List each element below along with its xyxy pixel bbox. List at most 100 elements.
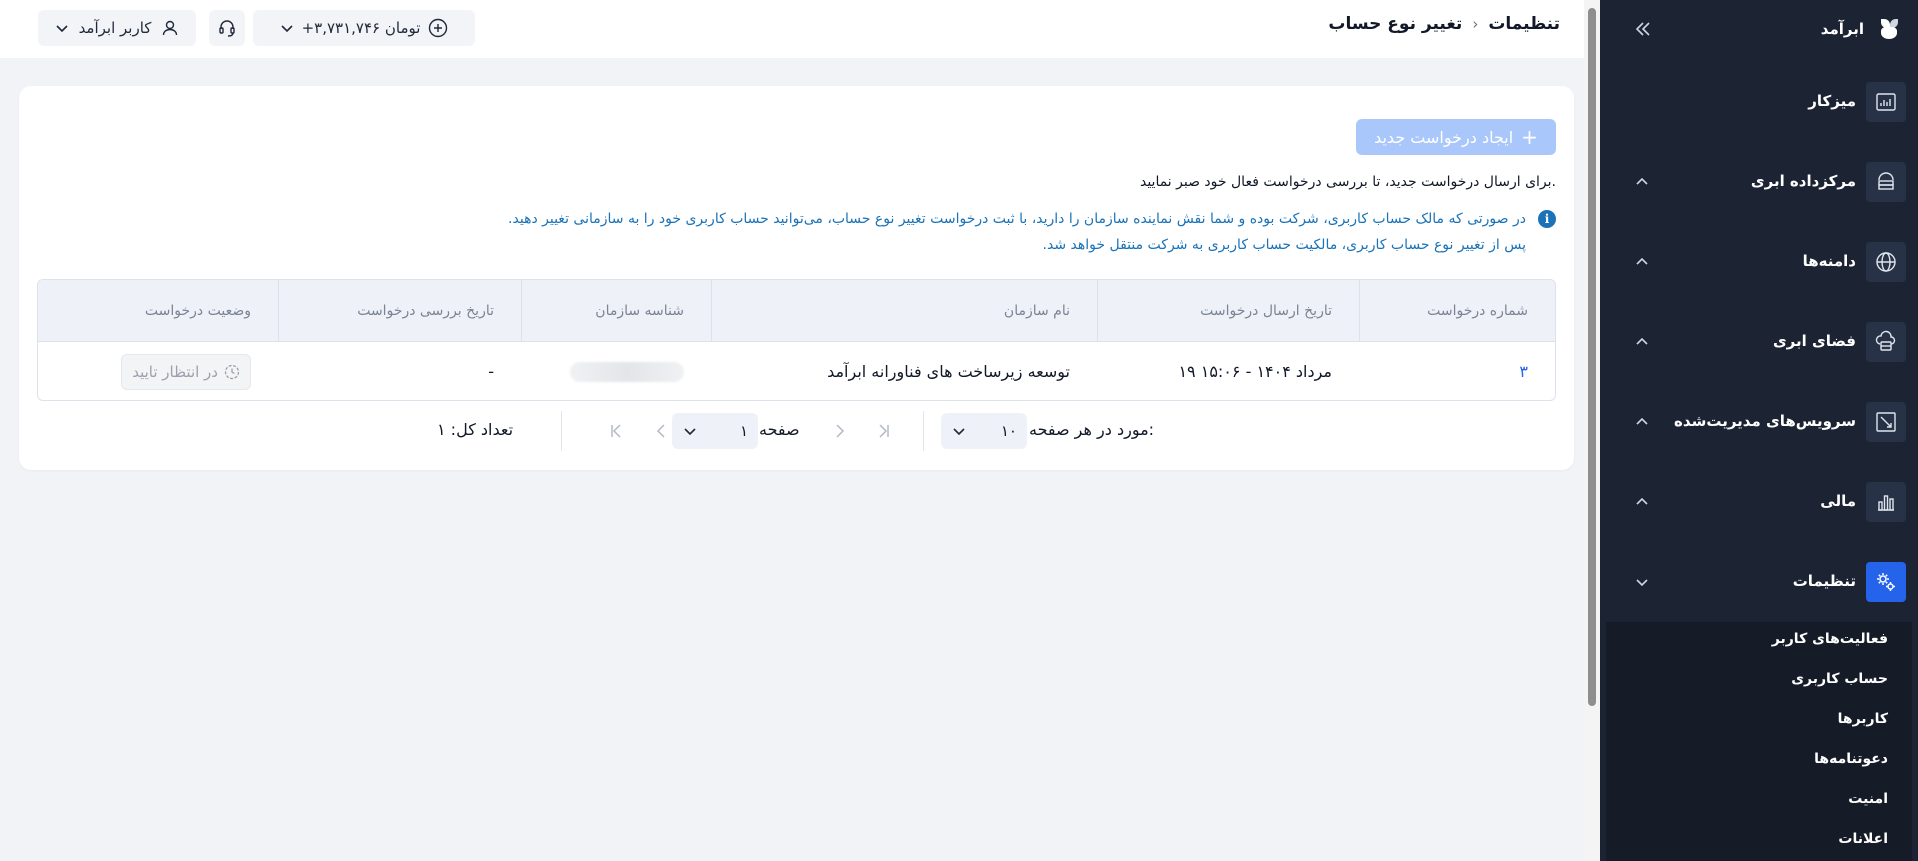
- first-page-icon[interactable]: [871, 419, 895, 443]
- submenu-item-invitations[interactable]: دعوتنامه‌ها: [1814, 751, 1888, 767]
- info-icon: i: [1538, 210, 1556, 228]
- sidebar-item-label: تنظیمات: [1792, 572, 1856, 590]
- page-label: صفحه: [759, 420, 800, 439]
- sidebar: ابرآمد میزکار مرکزداده ابری دامنه‌ها: [1600, 0, 1918, 861]
- sent-date-cell: ۱۹ مرداد ۱۴۰۴ - ۱۵:۰۶: [1178, 362, 1332, 381]
- plus-icon: +: [1521, 125, 1538, 149]
- submenu-item-security[interactable]: امنیت: [1848, 791, 1888, 807]
- chevron-up-icon: [1632, 492, 1652, 512]
- divider: [923, 411, 924, 451]
- support-button[interactable]: [209, 10, 245, 46]
- status-cell: در انتظار تایید: [38, 342, 278, 400]
- datacenter-icon: [1866, 162, 1906, 202]
- column-header-org-name: نام سازمان: [711, 280, 1097, 342]
- next-page-icon[interactable]: [649, 419, 673, 443]
- finance-icon: [1866, 482, 1906, 522]
- pagination: مورد در هر صفحه: ۱۰ صفحه ۱ تعداد کل: ۱: [19, 411, 1574, 451]
- new-request-label: ایجاد درخواست جدید: [1374, 127, 1514, 147]
- submenu-item-notifications[interactable]: اعلانات: [1838, 831, 1888, 847]
- sidebar-item-label: دامنه‌ها: [1802, 252, 1856, 270]
- page-value: ۱: [739, 422, 748, 440]
- scrollbar-thumb[interactable]: [1588, 8, 1596, 706]
- settings-icon: [1866, 562, 1906, 602]
- breadcrumb-current: تغییر نوع حساب: [1328, 14, 1463, 34]
- breadcrumb: تنظیمات › تغییر نوع حساب: [1328, 14, 1560, 34]
- chevron-down-icon: [1632, 572, 1652, 592]
- submenu-item-user-activities[interactable]: فعالیت‌های کاربر: [1772, 631, 1888, 647]
- total-count: تعداد کل: ۱: [437, 420, 514, 439]
- settings-submenu: فعالیت‌های کاربر حساب کاربری کاربرها دعو…: [1606, 622, 1912, 861]
- column-header-org-id: شناسه سازمان: [521, 280, 711, 342]
- chevron-down-icon: [953, 428, 965, 436]
- table-header: شماره درخواست تاریخ ارسال درخواست نام سا…: [38, 280, 1555, 342]
- globe-icon: [1866, 242, 1906, 282]
- per-page-label: مورد در هر صفحه:: [1029, 420, 1155, 439]
- dashboard-icon: [1866, 82, 1906, 122]
- add-circle-icon: [429, 18, 448, 38]
- column-header-request-number: شماره درخواست: [1359, 280, 1555, 342]
- brand-logo[interactable]: ابرآمد: [1821, 14, 1904, 44]
- sidebar-item-domains[interactable]: دامنه‌ها: [1612, 240, 1906, 284]
- info-message: i در صورتی که مالک حساب کاربری، شرکت بود…: [456, 206, 1556, 258]
- sidebar-item-managed-services[interactable]: سرویس‌های مدیریت‌شده: [1612, 400, 1906, 444]
- cloud-space-icon: [1866, 322, 1906, 362]
- last-page-icon[interactable]: [605, 419, 629, 443]
- clock-icon: [224, 364, 240, 379]
- user-name: کاربر ابرآمد: [78, 19, 152, 37]
- collapse-sidebar-icon[interactable]: [1630, 16, 1656, 42]
- headset-icon: [219, 20, 235, 37]
- page-select[interactable]: ۱: [672, 413, 758, 449]
- chevron-up-icon: [1632, 172, 1652, 192]
- request-number-cell[interactable]: ۳: [1359, 342, 1555, 400]
- top-header: تنظیمات › تغییر نوع حساب +۳,۷۳۱,۷۴۶ توما…: [0, 0, 1584, 58]
- info-line-2: پس از تغییر نوع حساب کاربری، مالکیت حساب…: [1042, 237, 1526, 253]
- sidebar-item-finance[interactable]: مالی: [1612, 480, 1906, 524]
- chevron-down-icon: [684, 428, 696, 436]
- column-header-status: وضعیت درخواست: [144, 303, 251, 319]
- pending-request-notice: برای ارسال درخواست جدید، تا بررسی درخواس…: [1139, 174, 1556, 190]
- redacted-org-id: [570, 361, 684, 382]
- review-date-cell: -: [488, 362, 494, 381]
- status-text: در انتظار تایید: [132, 362, 218, 381]
- submenu-item-user-account[interactable]: حساب کاربری: [1791, 671, 1888, 687]
- sidebar-item-settings[interactable]: تنظیمات: [1612, 560, 1906, 604]
- sidebar-item-cloud-space[interactable]: فضای ابری: [1612, 320, 1906, 364]
- breadcrumb-root[interactable]: تنظیمات: [1488, 14, 1560, 34]
- previous-page-icon[interactable]: [828, 419, 852, 443]
- page-scrollbar[interactable]: [1584, 0, 1600, 861]
- sidebar-item-dashboard[interactable]: میزکار: [1612, 80, 1906, 124]
- divider: [561, 411, 562, 451]
- org-name-cell: توسعه زیرساخت های فناورانه ابرآمد: [827, 362, 1070, 381]
- per-page-select[interactable]: ۱۰: [941, 413, 1027, 449]
- column-header-review-date: تاریخ بررسی درخواست: [278, 280, 521, 342]
- managed-services-icon: [1866, 402, 1906, 442]
- chevron-up-icon: [1632, 332, 1652, 352]
- sidebar-item-cloud-datacenter[interactable]: مرکزداده ابری: [1612, 160, 1906, 204]
- sidebar-item-label: مالی: [1820, 492, 1856, 510]
- chevron-up-icon: [1632, 252, 1652, 272]
- info-line-1: در صورتی که مالک حساب کاربری، شرکت بوده …: [508, 211, 1526, 227]
- user-icon: [163, 20, 178, 36]
- brand-name: ابرآمد: [1820, 20, 1864, 38]
- cloud-logo-icon: [1874, 14, 1904, 44]
- per-page-value: ۱۰: [1000, 422, 1017, 440]
- chevron-up-icon: [1632, 412, 1652, 432]
- status-badge: در انتظار تایید: [121, 353, 251, 390]
- change-account-type-card: ایجاد درخواست جدید + برای ارسال درخواست …: [19, 86, 1574, 470]
- chevron-right-icon: ›: [1472, 15, 1479, 33]
- sidebar-item-label: میزکار: [1808, 92, 1856, 110]
- sidebar-header: ابرآمد: [1600, 0, 1918, 58]
- org-id-cell: [521, 342, 711, 400]
- user-menu-button[interactable]: کاربر ابرآمد: [38, 10, 196, 46]
- submenu-item-users[interactable]: کاربرها: [1838, 711, 1888, 727]
- sidebar-item-label: مرکزداده ابری: [1750, 172, 1856, 190]
- sidebar-item-label: فضای ابری: [1772, 332, 1856, 350]
- requests-table: شماره درخواست تاریخ ارسال درخواست نام سا…: [37, 279, 1556, 401]
- wallet-balance-button[interactable]: +۳,۷۳۱,۷۴۶ تومان: [253, 10, 475, 46]
- sidebar-item-label: سرویس‌های مدیریت‌شده: [1674, 412, 1856, 430]
- chevron-down-icon: [281, 25, 293, 33]
- column-header-sent-date: تاریخ ارسال درخواست: [1097, 280, 1359, 342]
- chevron-down-icon: [55, 25, 68, 33]
- balance-text: +۳,۷۳۱,۷۴۶ تومان: [301, 19, 421, 37]
- new-request-button[interactable]: ایجاد درخواست جدید +: [1356, 119, 1556, 155]
